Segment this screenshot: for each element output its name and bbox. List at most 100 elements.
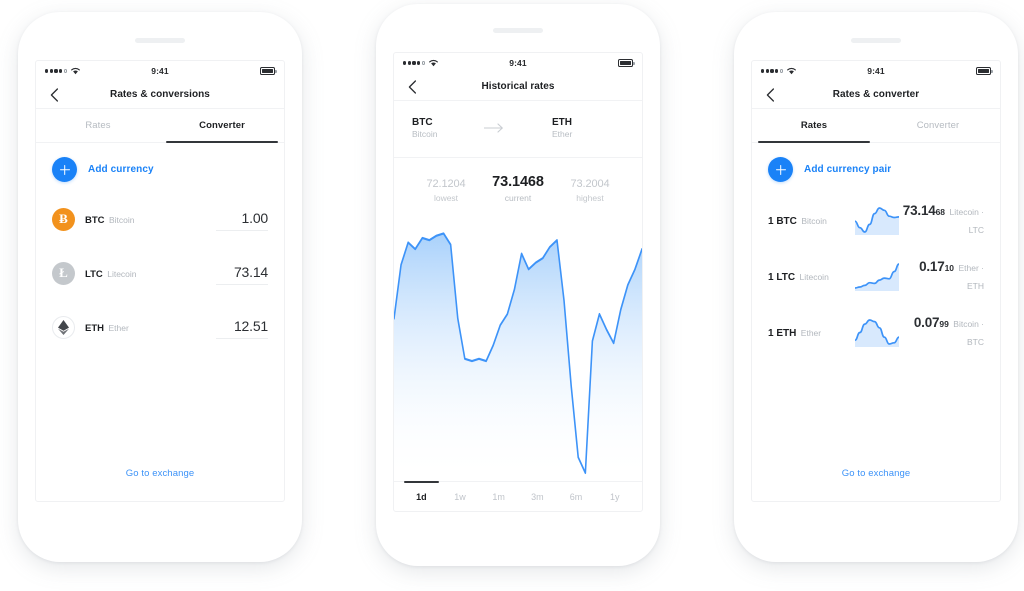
sparkline-eth [854,317,900,347]
rate-value-decimals: 10 [944,263,955,273]
pair-to-code: ETH [552,117,572,128]
range-1d[interactable]: 1d [402,481,441,511]
range-1y[interactable]: 1y [595,482,634,511]
wifi-icon [428,58,439,69]
rates-list: 1 BTC Bitcoin 73.1468 Litecoin · LTC 1 L… [752,192,1000,360]
converter-currency-list: Ƀ BTC Bitcoin 1.00 Ł LTC Litecoin 73.14 … [36,192,284,354]
table-row[interactable]: 1 LTC Litecoin 0.1710 Ether · ETH [768,248,984,304]
battery-icon [976,67,994,75]
status-bar-right [885,67,994,75]
rate-code: 1 BTC [768,216,797,227]
stat-highest: 73.2004 highest [554,178,626,203]
currency-labels: ETH Ether [85,318,234,336]
arrow-right-icon [438,123,552,133]
rate-name: Bitcoin [801,216,827,226]
add-currency-button[interactable]: Add currency [36,143,284,192]
earpiece-speaker [135,38,185,43]
amount-field[interactable]: 73.14 [215,264,268,285]
rate-pair: Litecoin · LTC [949,207,985,235]
rate-name: Litecoin [799,272,829,282]
rate-labels: 1 ETH Ether [768,323,854,341]
go-to-exchange-link[interactable]: Go to exchange [752,468,1000,501]
rate-value: 73.1468 [902,203,946,218]
tab-bar: Rates Converter [36,109,284,143]
status-bar-clock: 9:41 [509,58,527,68]
stat-lowest: 72.1204 lowest [410,178,482,203]
range-1m[interactable]: 1m [479,482,518,511]
status-bar-right [527,59,636,67]
rate-code: 1 LTC [768,272,796,283]
chart-svg [394,232,642,481]
tab-bar: Rates Converter [752,109,1000,143]
rate-values: 0.1710 Ether · ETH [900,258,984,294]
historical-rate-chart[interactable] [394,209,642,481]
wifi-icon [70,66,81,77]
range-3m[interactable]: 3m [518,482,557,511]
amount-field[interactable]: 1.00 [215,210,269,231]
pair-from-name: Bitcoin [412,129,438,139]
page-title: Historical rates [481,81,555,92]
currency-labels: BTC Bitcoin [85,210,242,228]
status-bar-left [761,66,867,77]
earpiece-speaker [851,38,901,43]
currency-code: BTC [85,215,105,226]
tab-converter[interactable]: Converter [160,109,284,143]
pair-to-name: Ether [552,129,573,139]
stat-highest-value: 73.2004 [570,177,610,190]
signal-strength-icon [761,69,783,73]
rate-value-decimals: 99 [939,319,949,329]
status-bar: 9:41 [36,61,284,81]
tab-rates[interactable]: Rates [36,109,160,142]
rate-pair: Ether · ETH [958,263,984,291]
back-chevron-icon[interactable] [764,87,776,102]
currency-code: ETH [85,323,104,334]
plus-circle-icon [52,157,77,182]
tab-rates[interactable]: Rates [752,109,876,143]
phone3-content: Add currency pair 1 BTC Bitcoin 73.1468 [752,143,1000,501]
nav-bar: Rates & converter [752,81,1000,109]
currency-name: Bitcoin [108,215,135,225]
battery-icon [260,67,278,75]
pair-from[interactable]: BTC Bitcoin [412,116,438,141]
phone2-content: BTC Bitcoin ETH Ether 72.1204 lowest 73.… [394,101,642,511]
currency-name: Ether [108,323,129,333]
amount-value: 12.51 [233,318,268,334]
amount-value: 1.00 [241,210,269,226]
signal-strength-icon [45,69,67,73]
time-range-selector: 1d 1w 1m 3m 6m 1y [394,481,642,511]
amount-field[interactable]: 12.51 [215,318,268,339]
stat-highest-label: highest [576,192,604,203]
rate-name: Ether [800,328,822,338]
phone-mockup-rates: 9:41 Rates & converter Rates Converter A… [734,12,1018,562]
rate-values: 73.1468 Litecoin · LTC [900,202,984,238]
table-row[interactable]: 1 ETH Ether 0.0799 Bitcoin · BTC [768,304,984,360]
table-row[interactable]: ETH Ether 12.51 [52,300,268,354]
add-currency-pair-button[interactable]: Add currency pair [752,143,1000,192]
range-1w[interactable]: 1w [441,482,480,511]
pair-to[interactable]: ETH Ether [552,116,624,141]
table-row[interactable]: Ł LTC Litecoin 73.14 [52,246,268,300]
tab-converter[interactable]: Converter [876,109,1000,142]
range-6m[interactable]: 6m [557,482,596,511]
pair-from-code: BTC [412,117,433,128]
ethereum-icon [52,315,75,339]
status-bar-left [403,58,509,69]
table-row[interactable]: 1 BTC Bitcoin 73.1468 Litecoin · LTC [768,192,984,248]
phone-mockup-converter: 9:41 Rates & conversions Rates Converter… [18,12,302,562]
sparkline-svg [855,207,899,235]
rate-stats: 72.1204 lowest 73.1468 current 73.2004 h… [394,158,642,209]
phone1-content: Add currency Ƀ BTC Bitcoin 1.00 Ł LTC Li… [36,143,284,501]
rate-code: 1 ETH [768,328,797,339]
stat-lowest-value: 72.1204 [426,177,466,190]
rate-labels: 1 BTC Bitcoin [768,211,854,229]
status-bar: 9:41 [752,61,1000,81]
back-chevron-icon[interactable] [406,79,418,94]
status-bar-left [45,66,151,77]
table-row[interactable]: Ƀ BTC Bitcoin 1.00 [52,192,269,246]
litecoin-icon: Ł [52,261,75,285]
back-chevron-icon[interactable] [48,87,60,102]
status-bar: 9:41 [394,53,642,73]
currency-name: Litecoin [107,269,137,279]
go-to-exchange-link[interactable]: Go to exchange [36,468,284,501]
